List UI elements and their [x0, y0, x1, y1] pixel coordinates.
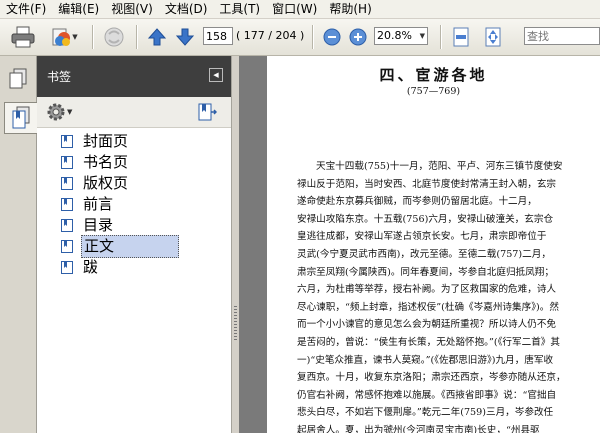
bookmark-label: 正文 [81, 235, 179, 258]
document-line: 复西京。十月，收复东京洛阳；肃宗还西京，岑参亦随从还京， [297, 372, 566, 384]
zoom-out-icon [323, 28, 341, 46]
new-bookmark-icon [198, 103, 218, 121]
document-area: 四、宦游各地 (757—769) 天宝十四载(755)十一月，范阳、平卢、河东三… [239, 56, 600, 433]
document-line: 遂命使赴东京募兵御贼，而岑参则仍留居北庭。十二月， [297, 196, 537, 208]
pages-button[interactable] [4, 64, 32, 94]
document-line: 而一个小小谏官的意见怎么会为朝廷所重视？所以诗人仍不免 [297, 319, 557, 331]
chevron-down-icon: ▼ [67, 108, 73, 116]
document-page: 四、宦游各地 (757—769) 天宝十四载(755)十一月，范阳、平卢、河东三… [267, 56, 600, 433]
collapse-panel-button[interactable]: ◀ [209, 68, 223, 82]
menu-view[interactable]: 视图(V) [105, 0, 159, 18]
document-line: 悲头白尽，不如岩下偃荆扉。”乾元二年(759)三月，岑参改任 [297, 407, 554, 419]
bookmark-label: 目录 [83, 216, 114, 234]
bookmark-preface[interactable]: 前言 [61, 194, 231, 215]
printer-icon [11, 26, 35, 48]
chapter-title: 四、宦游各地 [379, 66, 488, 84]
collaborate-icon [104, 27, 124, 47]
bookmark-label: 版权页 [83, 174, 129, 192]
document-line: 尽心谏职，“频上封章，指述权佞”(杜确《岑嘉州诗集序》)。然 [297, 301, 559, 313]
menu-document[interactable]: 文档(D) [159, 0, 214, 18]
document-line: 是苦闷的，曾说：“侯生有长策，无处豁怀抱。”(《行军二首》其 [297, 336, 560, 348]
print-button[interactable] [10, 25, 36, 49]
toolbar: ▼ ( 177 / 204 ) [0, 19, 600, 56]
menu-window[interactable]: 窗口(W) [266, 0, 323, 18]
new-bookmark-button[interactable] [197, 102, 218, 125]
bookmark-contents[interactable]: 目录 [61, 215, 231, 236]
panel-title: 书签 [47, 70, 72, 84]
panel-toolbar: ▼ [37, 97, 231, 128]
zoom-value: 20.8% [377, 29, 412, 42]
bookmark-cover[interactable]: 封面页 [61, 131, 231, 152]
document-line: 六月，为杜甫等举荐，授右补阙。为了区救国家的危难，诗人 [297, 284, 557, 296]
menu-tools[interactable]: 工具(T) [213, 0, 266, 18]
page-count: ( 177 / 204 ) [236, 29, 305, 42]
document-line: 安禄山攻陷东京。十五载(756)六月，安禄山破潼关，玄宗仓 [297, 213, 554, 225]
panel-header: 书签 ◀ [37, 56, 231, 97]
bookmarks-button[interactable] [4, 102, 37, 134]
bookmark-icon [61, 156, 73, 169]
splitter-grip-icon [234, 306, 237, 340]
menu-edit[interactable]: 编辑(E) [52, 0, 105, 18]
chevron-down-icon: ▼ [419, 32, 425, 40]
options-button[interactable]: ▼ [47, 103, 72, 121]
menu-bar: 文件(F) 编辑(E) 视图(V) 文档(D) 工具(T) 窗口(W) 帮助(H… [0, 0, 600, 19]
zoom-select[interactable]: 20.8% ▼ [374, 27, 428, 45]
bookmark-label: 封面页 [83, 132, 129, 150]
chevron-down-icon: ▼ [72, 33, 78, 41]
fit-width-button[interactable] [450, 25, 472, 49]
gear-icon [47, 103, 65, 121]
chapter-years: (757—769) [406, 86, 461, 97]
search-input[interactable] [524, 27, 600, 45]
bookmark-icon [61, 198, 73, 211]
menu-file[interactable]: 文件(F) [0, 0, 52, 18]
page-number-input[interactable] [203, 27, 233, 45]
bookmark-label: 前言 [83, 195, 114, 213]
arrow-up-icon [147, 28, 167, 46]
create-button[interactable]: ▼ [46, 25, 82, 49]
document-line: 皇逃往成都，安禄山军遂占领京长安。七月，肃宗即帝位于 [297, 231, 547, 243]
fit-page-button[interactable] [482, 25, 504, 49]
bookmark-copyright[interactable]: 版权页 [61, 173, 231, 194]
bookmark-title-page[interactable]: 书名页 [61, 152, 231, 173]
bookmark-label: 跋 [83, 258, 99, 276]
document-line: 禄山反于范阳，当时安西、北庭节度使封常清王封入朝，玄宗 [297, 178, 557, 190]
bookmark-icon [61, 135, 73, 148]
zoom-out-button[interactable] [320, 25, 344, 49]
collaborate-button[interactable] [100, 25, 128, 49]
menu-help[interactable]: 帮助(H) [323, 0, 377, 18]
bookmark-postscript[interactable]: 跋 [61, 257, 231, 278]
document-body: 天宝十四载(755)十一月，范阳、平卢、河东三镇节度使安禄山反于范阳，当时安西、… [297, 158, 597, 433]
document-line: 仍官右补阙，常感怀抱难以施展。《西掖省即事》说：“官拙自 [297, 389, 557, 401]
bookmark-icon [61, 240, 73, 253]
bookmark-label: 书名页 [83, 153, 129, 171]
bookmark-main-text[interactable]: 正文 [61, 235, 231, 258]
pages-icon [9, 68, 27, 89]
bookmark-icon [61, 219, 73, 232]
fit-width-icon [453, 27, 469, 47]
document-line: 起居舍人。夏，出为虢州(今河南灵宝市南)长史，“州县驱 [297, 424, 540, 433]
bookmark-icon [61, 177, 73, 190]
navigation-strip [0, 56, 37, 433]
document-line: 天宝十四载(755)十一月，范阳、平卢、河东三镇节度使安 [316, 161, 563, 172]
previous-page-button[interactable] [146, 25, 168, 49]
bookmarks-panel: 书签 ◀ ▼ 封面页 书名页 版权页 前言 目录 正文 跋 [37, 56, 231, 433]
create-pdf-icon [52, 28, 71, 46]
bookmark-icon [61, 261, 73, 274]
zoom-in-icon [349, 28, 367, 46]
document-line: 肃宗至凤翔(今属陕西)。同年春夏间，岑参自北庭归抵凤翔； [297, 266, 554, 278]
bookmarks-icon [12, 106, 30, 129]
arrow-down-icon [175, 28, 195, 46]
fit-page-icon [485, 27, 501, 47]
document-line: 一)“史笔众推直，谏书人莫窥。”(《佐郡思旧游》)九月，唐军收 [297, 354, 554, 366]
document-line: 灵武(今宁夏灵武市西南)，改元至德。至德二载(757)二月， [297, 248, 551, 260]
zoom-in-button[interactable] [346, 25, 370, 49]
next-page-button[interactable] [174, 25, 196, 49]
